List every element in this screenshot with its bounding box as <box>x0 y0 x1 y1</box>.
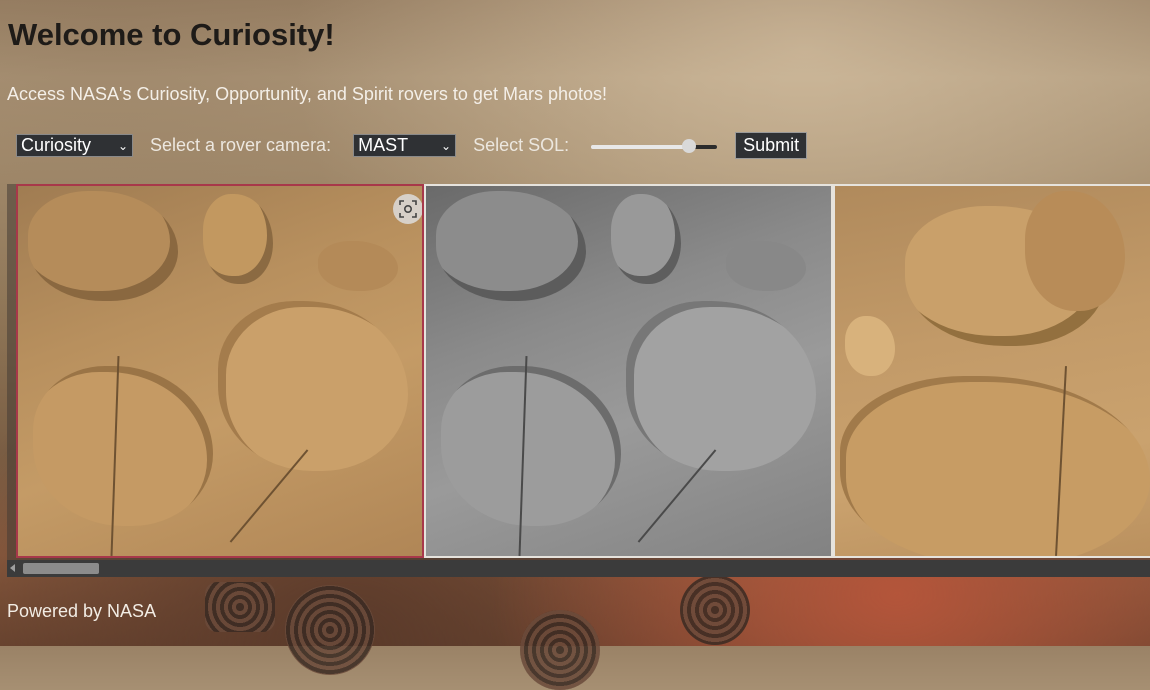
rock-shape <box>33 366 213 526</box>
sol-slider-fill <box>591 144 690 149</box>
sol-slider-thumb[interactable] <box>682 138 697 153</box>
rock-shape <box>441 366 621 526</box>
rock-crack <box>229 449 309 543</box>
rock-shape <box>626 301 816 471</box>
rover-wheel-decoration <box>285 585 375 675</box>
rock-shape <box>218 301 408 471</box>
rock-shape <box>840 376 1150 556</box>
horizontal-scrollbar[interactable] <box>7 560 1150 577</box>
photo-gallery <box>7 184 1150 577</box>
mars-photo[interactable] <box>16 184 424 558</box>
scrollbar-thumb[interactable] <box>23 563 99 574</box>
rover-wheel-decoration <box>680 575 750 645</box>
sol-label: Select SOL: <box>473 135 570 155</box>
chevron-down-icon: ⌄ <box>117 138 128 153</box>
sol-slider[interactable] <box>591 136 718 156</box>
camera-select-value: MAST <box>358 135 409 155</box>
visual-search-icon <box>399 200 417 218</box>
rock-shape <box>1025 191 1125 311</box>
footer-credit: Powered by NASA <box>7 601 157 621</box>
rock-shape <box>726 241 806 291</box>
rock-crack <box>637 449 717 543</box>
rock-shape <box>611 194 681 284</box>
rock-shape <box>845 316 895 376</box>
rover-select[interactable]: Curiosity ⌄ <box>16 134 133 157</box>
rover-wheel-decoration <box>520 610 600 690</box>
mars-photo[interactable] <box>833 184 1150 558</box>
scroll-left-arrow-icon[interactable] <box>10 564 15 572</box>
sol-slider-track <box>591 144 718 149</box>
rover-select-value: Curiosity <box>21 135 92 155</box>
page-title: Welcome to Curiosity! <box>8 17 335 52</box>
rock-shape <box>318 241 398 291</box>
controls-bar: Curiosity ⌄ Select a rover camera: MAST … <box>16 132 808 159</box>
submit-button[interactable]: Submit <box>735 132 808 159</box>
rock-shape <box>203 194 273 284</box>
camera-label: Select a rover camera: <box>150 135 332 155</box>
rock-shape <box>436 191 586 301</box>
visual-search-button[interactable] <box>393 194 422 224</box>
camera-select[interactable]: MAST ⌄ <box>353 134 457 157</box>
mars-photo[interactable] <box>424 184 833 558</box>
chevron-down-icon: ⌄ <box>441 138 452 153</box>
page-subtitle: Access NASA's Curiosity, Opportunity, an… <box>7 84 608 104</box>
rock-shape <box>28 191 178 301</box>
rover-wheel-decoration <box>205 582 275 632</box>
